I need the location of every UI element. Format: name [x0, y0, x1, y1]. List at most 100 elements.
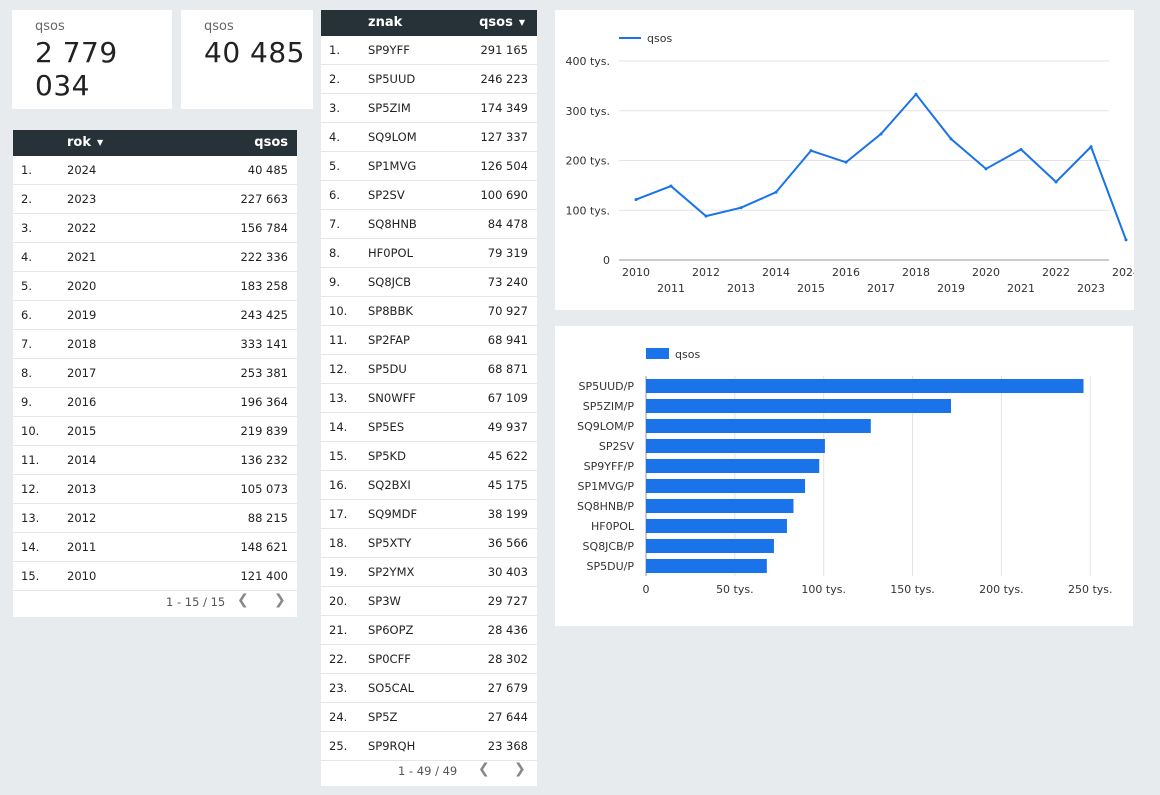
table-row[interactable]: 4. 2021 222 336: [13, 242, 297, 272]
qsos-cell: 30 403: [487, 565, 528, 579]
y-tick-label: 100 tys.: [565, 204, 610, 217]
table-row[interactable]: 17. SQ9MDF 38 199: [321, 499, 537, 529]
table-row[interactable]: 4. SQ9LOM 127 337: [321, 122, 537, 152]
qsos-cell: 73 240: [487, 275, 528, 289]
table-row[interactable]: 21. SP6OPZ 28 436: [321, 615, 537, 645]
qsos-cell: 227 663: [240, 192, 288, 206]
x-tick-label: 2015: [797, 282, 825, 295]
prev-page-button[interactable]: ❮: [478, 761, 490, 777]
table-row[interactable]: 1. 2024 40 485: [13, 155, 297, 185]
table-row[interactable]: 7. 2018 333 141: [13, 329, 297, 359]
table-row[interactable]: 18. SP5XTY 36 566: [321, 528, 537, 558]
row-index: 5.: [21, 279, 32, 293]
column-header-qsos[interactable]: qsos: [254, 135, 288, 150]
table-row[interactable]: 3. 2022 156 784: [13, 213, 297, 243]
row-index: 3.: [21, 221, 32, 235]
row-index: 16.: [329, 478, 348, 492]
x-tick-label: 2017: [867, 282, 895, 295]
table-row[interactable]: 14. SP5ES 49 937: [321, 412, 537, 442]
table-row[interactable]: 6. SP2SV 100 690: [321, 180, 537, 210]
table-row[interactable]: 9. 2016 196 364: [13, 387, 297, 417]
callsign-cell: SP1MVG: [368, 159, 417, 173]
column-header-year[interactable]: rok ▼: [67, 135, 103, 150]
category-label: SQ8JCB/P: [583, 540, 635, 553]
table-row[interactable]: 14. 2011 148 621: [13, 532, 297, 562]
qsos-cell: 196 364: [240, 395, 288, 409]
next-page-button[interactable]: ❯: [274, 592, 286, 608]
legend-label: qsos: [675, 348, 700, 361]
column-header-qsos[interactable]: qsos ▼: [479, 15, 525, 30]
table-row[interactable]: 23. SO5CAL 27 679: [321, 673, 537, 703]
table-row[interactable]: 25. SP9RQH 23 368: [321, 731, 537, 761]
x-tick-label: 200 tys.: [979, 583, 1024, 596]
x-tick-label: 2021: [1007, 282, 1035, 295]
qsos-cell: 333 141: [240, 337, 288, 351]
row-index: 11.: [21, 453, 40, 467]
table-row[interactable]: 24. SP5Z 27 644: [321, 702, 537, 732]
row-index: 9.: [21, 395, 32, 409]
bar: [646, 519, 787, 533]
column-header-call[interactable]: znak: [368, 15, 402, 30]
row-index: 10.: [21, 424, 40, 438]
table-row[interactable]: 11. SP2FAP 68 941: [321, 325, 537, 355]
table-row[interactable]: 1. SP9YFF 291 165: [321, 35, 537, 65]
table-row[interactable]: 19. SP2YMX 30 403: [321, 557, 537, 587]
row-index: 12.: [329, 362, 348, 376]
table-row[interactable]: 22. SP0CFF 28 302: [321, 644, 537, 674]
qsos-cell: 127 337: [480, 130, 528, 144]
row-index: 25.: [329, 739, 348, 753]
qsos-cell: 38 199: [487, 507, 528, 521]
qsos-cell: 29 727: [487, 594, 528, 608]
data-point: [844, 160, 848, 164]
year-cell: 2019: [67, 308, 97, 322]
table-row[interactable]: 5. SP1MVG 126 504: [321, 151, 537, 181]
callsign-cell: SP5Z: [368, 710, 398, 724]
table-row[interactable]: 7. SQ8HNB 84 478: [321, 209, 537, 239]
table-row[interactable]: 16. SQ2BXI 45 175: [321, 470, 537, 500]
row-index: 23.: [329, 681, 348, 695]
category-label: SP5ZIM/P: [583, 400, 635, 413]
qsos-cell: 28 436: [487, 623, 528, 637]
row-index: 22.: [329, 652, 348, 666]
data-point: [669, 184, 673, 188]
next-page-button[interactable]: ❯: [514, 761, 526, 777]
table-row[interactable]: 13. 2012 88 215: [13, 503, 297, 533]
table-row[interactable]: 3. SP5ZIM 174 349: [321, 93, 537, 123]
data-point: [774, 190, 778, 194]
callsign-cell: SP5ZIM: [368, 101, 411, 115]
callsign-cell: SP2FAP: [368, 333, 410, 347]
x-tick-label: 0: [643, 583, 650, 596]
x-tick-label: 2011: [657, 282, 685, 295]
category-label: SP2SV: [599, 440, 635, 453]
qsos-cell: 45 175: [487, 478, 528, 492]
table-row[interactable]: 15. SP5KD 45 622: [321, 441, 537, 471]
x-tick-label: 2023: [1077, 282, 1105, 295]
row-index: 2.: [329, 72, 340, 86]
table-row[interactable]: 2. SP5UUD 246 223: [321, 64, 537, 94]
table-row[interactable]: 12. SP5DU 68 871: [321, 354, 537, 384]
y-tick-label: 200 tys.: [565, 155, 610, 168]
row-index: 14.: [329, 420, 348, 434]
series-line: [635, 92, 1127, 241]
year-cell: 2016: [67, 395, 97, 409]
row-index: 4.: [21, 250, 32, 264]
category-label: SP1MVG/P: [578, 480, 635, 493]
table-row[interactable]: 10. 2015 219 839: [13, 416, 297, 446]
table-row[interactable]: 5. 2020 183 258: [13, 271, 297, 301]
table-row[interactable]: 20. SP3W 29 727: [321, 586, 537, 616]
callsign-cell: SP8BBK: [368, 304, 413, 318]
category-label: SP5UUD/P: [578, 380, 634, 393]
table-row[interactable]: 13. SN0WFF 67 109: [321, 383, 537, 413]
table-row[interactable]: 6. 2019 243 425: [13, 300, 297, 330]
table-row[interactable]: 9. SQ8JCB 73 240: [321, 267, 537, 297]
prev-page-button[interactable]: ❮: [237, 592, 249, 608]
qsos-cell: 148 621: [240, 540, 288, 554]
table-row[interactable]: 12. 2013 105 073: [13, 474, 297, 504]
table-row[interactable]: 2. 2023 227 663: [13, 184, 297, 214]
table-row[interactable]: 10. SP8BBK 70 927: [321, 296, 537, 326]
table-row[interactable]: 11. 2014 136 232: [13, 445, 297, 475]
table-row[interactable]: 8. 2017 253 381: [13, 358, 297, 388]
bar: [646, 399, 952, 413]
table-row[interactable]: 15. 2010 121 400: [13, 561, 297, 591]
table-row[interactable]: 8. HF0POL 79 319: [321, 238, 537, 268]
